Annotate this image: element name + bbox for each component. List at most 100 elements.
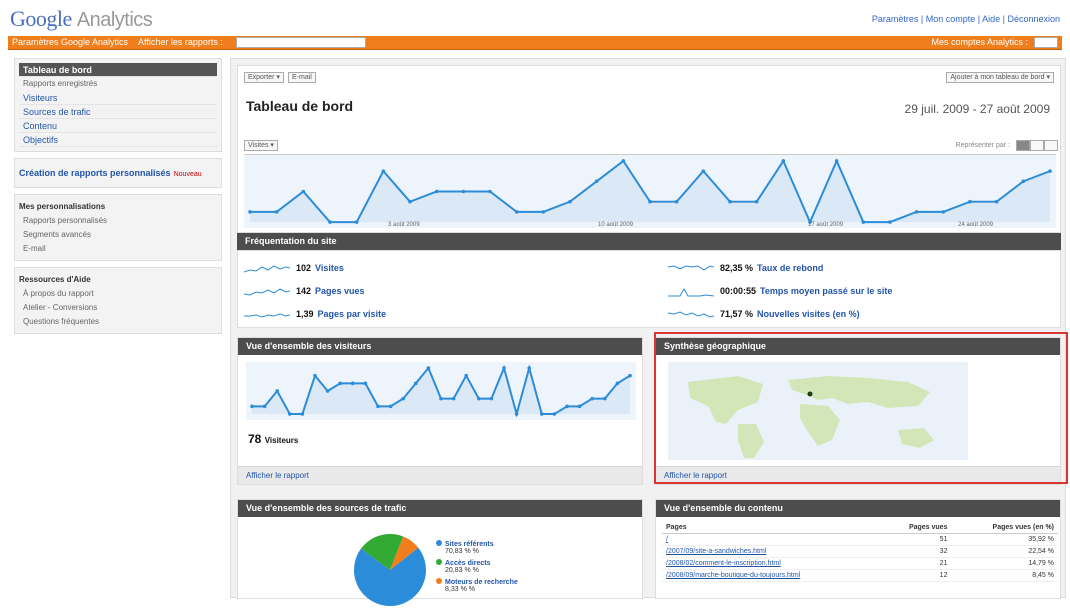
accounts-select[interactable] [1034,37,1058,48]
data-point[interactable] [502,366,506,370]
data-point[interactable] [701,169,706,173]
data-point[interactable] [275,389,279,393]
data-point[interactable] [489,396,494,401]
graph-day-button[interactable] [1016,140,1030,151]
email-button[interactable]: E-mail [288,72,316,83]
data-point[interactable] [300,412,305,416]
data-point[interactable] [376,404,380,409]
data-point[interactable] [464,373,468,378]
data-point[interactable] [540,412,544,416]
data-point[interactable] [615,381,620,386]
data-point[interactable] [328,220,332,224]
data-point[interactable] [728,199,732,204]
top-account-links[interactable]: Paramètres | Mon compte | Aide | Déconne… [872,14,1060,24]
data-point[interactable] [338,381,342,386]
profile-select[interactable] [236,37,366,48]
stat-visits[interactable]: 102 Visites [244,261,344,275]
data-point[interactable] [381,169,386,173]
help-item-faq[interactable]: Questions fréquentes [19,315,217,329]
data-point[interactable] [565,404,569,409]
sidebar-item-content[interactable]: Contenu [19,119,217,133]
perso-item-custom-reports[interactable]: Rapports personnalisés [19,214,217,228]
data-point[interactable] [461,189,466,194]
perso-item-email[interactable]: E-mail [19,242,217,256]
data-point[interactable] [451,396,456,401]
data-point[interactable] [621,159,626,163]
data-point[interactable] [674,199,679,204]
sidebar-item-saved-reports[interactable]: Rapports enregistrés [19,77,217,91]
data-point[interactable] [426,366,431,370]
help-item-about[interactable]: À propos du rapport [19,287,217,301]
graph-week-button[interactable] [1030,140,1044,151]
data-point[interactable] [488,189,492,194]
data-point[interactable] [514,412,519,416]
data-point[interactable] [628,373,632,378]
data-point[interactable] [527,366,531,370]
data-point[interactable] [401,396,405,401]
metric-select[interactable]: Visites ▾ [244,140,278,151]
data-point[interactable] [1021,179,1026,184]
data-point[interactable] [648,199,652,204]
data-point[interactable] [861,220,866,224]
sidebar-item-traffic-sources[interactable]: Sources de trafic [19,105,217,119]
perso-item-advanced-segments[interactable]: Segments avancés [19,228,217,242]
date-range-selector[interactable]: 29 juil. 2009 - 27 août 2009 [905,102,1050,116]
stat-bounce-rate[interactable]: 82,35 % Taux de rebond [668,261,823,275]
data-point[interactable] [288,412,292,416]
sidebar-item-dashboard[interactable]: Tableau de bord [19,63,217,77]
data-point[interactable] [781,159,786,163]
data-point[interactable] [250,404,254,409]
data-point[interactable] [590,396,594,401]
data-point[interactable] [354,220,359,224]
legend-name[interactable]: Accès directs [445,560,491,567]
data-point[interactable] [603,396,607,401]
data-point[interactable] [541,210,546,214]
data-point[interactable] [514,210,519,214]
data-point[interactable] [568,199,572,204]
help-item-conversions[interactable]: Atelier - Conversions [19,301,217,315]
data-point[interactable] [594,179,599,184]
visitors-chart[interactable] [246,362,636,420]
col-pageviews[interactable]: Pages vues [880,522,952,534]
graph-month-button[interactable] [1044,140,1058,151]
data-point[interactable] [1048,169,1052,173]
data-point[interactable] [994,199,999,204]
data-point[interactable] [477,396,481,401]
stat-pages-per-visit[interactable]: 1,39 Pages par visite [244,307,386,321]
data-point[interactable] [351,381,355,386]
page-link[interactable]: /2008/02/comment-le-inscription.html [662,557,881,570]
data-point[interactable] [888,220,892,224]
data-point[interactable] [439,396,443,401]
data-point[interactable] [388,404,393,409]
google-analytics-logo[interactable]: Google Analytics [10,6,153,32]
custom-reports-link[interactable]: Création de rapports personnalisés [19,168,171,178]
data-point[interactable] [968,199,972,204]
stat-avg-time[interactable]: 00:00:55 Temps moyen passé sur le site [668,284,892,298]
data-point[interactable] [363,381,368,386]
sidebar-item-goals[interactable]: Objectifs [19,133,217,147]
data-point[interactable] [434,189,439,194]
traffic-pie-chart[interactable] [350,530,430,610]
data-point[interactable] [325,389,330,393]
data-point[interactable] [408,199,412,204]
data-point[interactable] [262,404,267,409]
data-point[interactable] [274,210,279,214]
data-point[interactable] [248,210,252,214]
data-point[interactable] [941,210,946,214]
visits-chart[interactable] [244,154,1056,228]
add-to-dashboard-button[interactable]: Ajouter à mon tableau de bord ▾ [946,72,1054,83]
data-point[interactable] [552,412,557,416]
data-point[interactable] [313,373,317,378]
export-button[interactable]: Exporter ▾ [244,72,284,83]
col-pageviews-pct[interactable]: Pages vues (en %) [951,522,1058,534]
stat-pageviews[interactable]: 142 Pages vues [244,284,365,298]
legend-name[interactable]: Sites référents [445,541,494,548]
page-link[interactable]: / [662,533,881,546]
settings-link[interactable]: Paramètres Google Analytics [12,37,128,47]
view-report-link[interactable]: Afficher le rapport [238,466,642,484]
stat-new-visits[interactable]: 71,57 % Nouvelles visites (en %) [668,307,860,321]
data-point[interactable] [414,381,418,386]
page-link[interactable]: /2007/09/site-a-sandwiches.html [662,545,881,558]
legend-name[interactable]: Moteurs de recherche [445,579,518,586]
data-point[interactable] [754,199,759,204]
